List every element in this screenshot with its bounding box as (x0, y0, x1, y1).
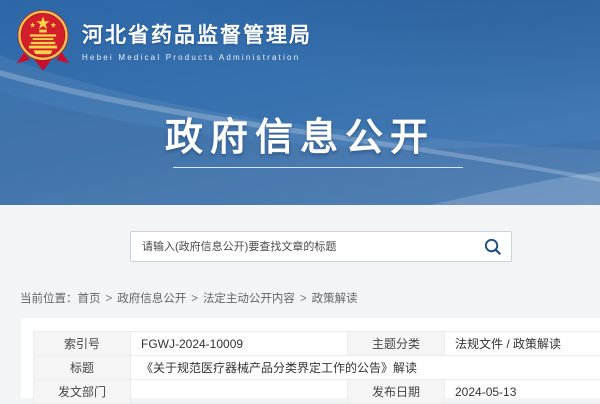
breadcrumb-separator: > (106, 293, 113, 305)
title-label: 标题 (34, 356, 131, 380)
breadcrumb-gov-info[interactable]: 政府信息公开 (117, 293, 186, 305)
breadcrumb-home[interactable]: 首页 (78, 293, 101, 305)
index-number-label: 索引号 (34, 332, 131, 356)
topic-category-value: 法规文件 / 政策解读 (445, 332, 600, 356)
site-title: 河北省药品监督管理局 (82, 19, 312, 49)
search-input[interactable] (140, 240, 483, 254)
breadcrumb-separator: > (300, 293, 307, 305)
search-icon[interactable] (483, 237, 502, 256)
breadcrumb-policy-interpretation[interactable]: 政策解读 (312, 293, 358, 305)
search-box[interactable] (130, 231, 512, 262)
site-title-en: Hebei Medical Products Administration (82, 53, 312, 62)
index-number-value: FGWJ-2024-10009 (131, 332, 348, 356)
document-content-box: 索引号 FGWJ-2024-10009 主题分类 法规文件 / 政策解读 标题 … (21, 318, 600, 398)
breadcrumb-label: 当前位置： (20, 293, 78, 305)
site-logo-group: 河北省药品监督管理局 Hebei Medical Products Admini… (14, 9, 312, 71)
table-row: 标题 《关于规范医疗器械产品分类界定工作的公告》解读 (34, 356, 600, 380)
breadcrumb-separator: > (191, 293, 198, 305)
breadcrumb: 当前位置：首页 > 政府信息公开 > 法定主动公开内容 > 政策解读 (20, 290, 358, 306)
site-header: 河北省药品监督管理局 Hebei Medical Products Admini… (0, 0, 600, 205)
topic-category-label: 主题分类 (348, 332, 445, 356)
page-title-underline (173, 167, 463, 168)
national-emblem-icon (14, 9, 72, 71)
breadcrumb-legal-disclosure[interactable]: 法定主动公开内容 (203, 293, 295, 305)
document-meta-table: 索引号 FGWJ-2024-10009 主题分类 法规文件 / 政策解读 标题 … (33, 331, 600, 404)
page-title: 政府信息公开 (0, 106, 600, 161)
title-value: 《关于规范医疗器械产品分类界定工作的公告》解读 (131, 356, 600, 380)
table-row: 索引号 FGWJ-2024-10009 主题分类 法规文件 / 政策解读 (34, 332, 600, 356)
